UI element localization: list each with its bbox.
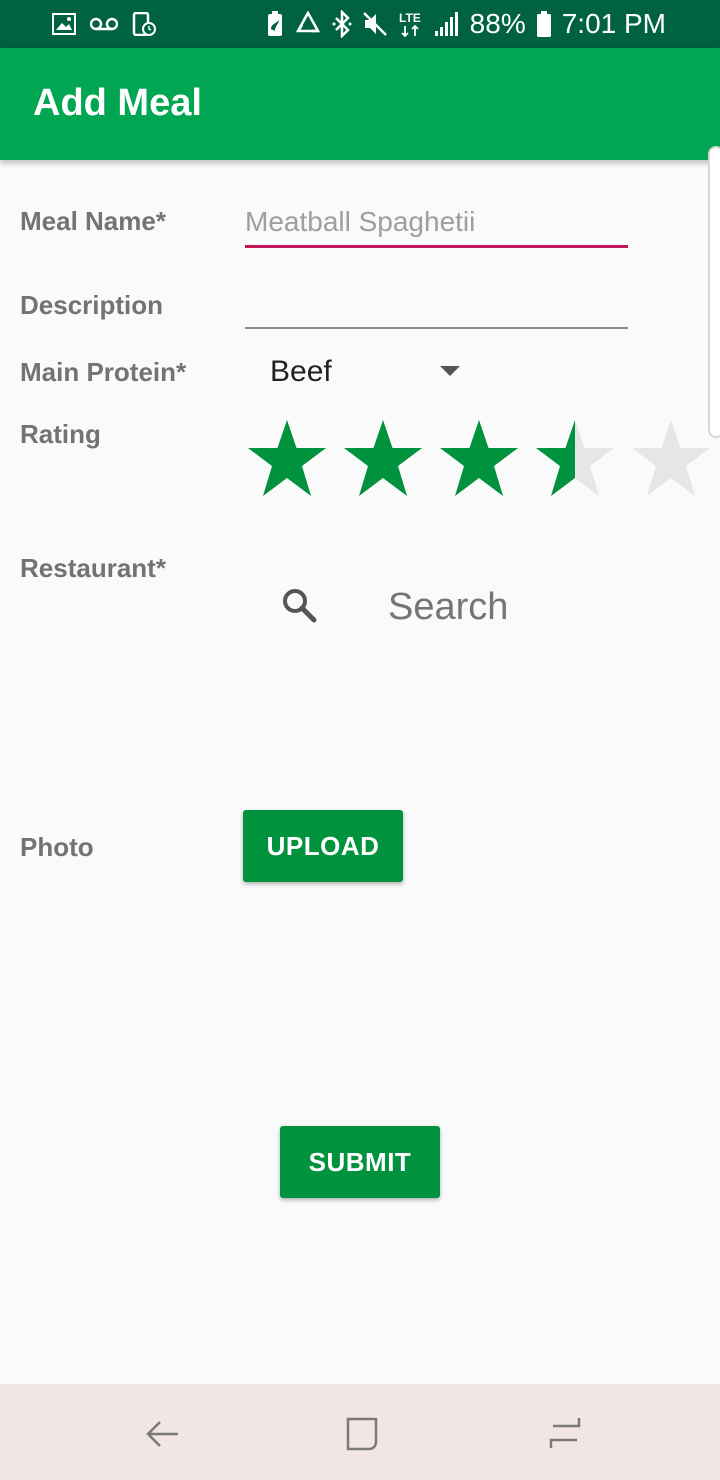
voicemail-icon (90, 17, 118, 31)
app-bar: Add Meal (0, 48, 720, 160)
navigation-bar (0, 1384, 720, 1480)
rating-bar[interactable] (246, 418, 712, 498)
recent-apps-icon[interactable] (545, 1414, 585, 1459)
rating-star[interactable] (630, 418, 712, 498)
meal-name-label: Meal Name* (20, 206, 166, 236)
description-label: Description (20, 290, 164, 320)
lte-text: LTE (399, 11, 421, 25)
system-status: LTE 88% 7:01 PM (266, 0, 666, 48)
upload-button[interactable]: UPLOAD (243, 810, 403, 882)
meal-name-input[interactable]: Meatball Spaghetii (245, 202, 628, 248)
rating-star[interactable] (534, 418, 616, 498)
signal-icon (434, 11, 460, 37)
clock: 7:01 PM (561, 8, 666, 39)
page-title: Add Meal (33, 82, 202, 124)
lte-icon: LTE (398, 10, 424, 38)
rating-star[interactable] (246, 418, 328, 498)
scroll-indicator[interactable] (708, 146, 720, 438)
restaurant-search[interactable] (270, 572, 650, 642)
dropdown-arrow-icon (440, 366, 460, 376)
main-protein-label: Main Protein* (20, 357, 187, 387)
meal-name-value: Meatball Spaghetii (245, 206, 476, 237)
search-icon (280, 586, 320, 631)
battery-percent: 88% (469, 8, 526, 39)
image-icon (52, 13, 76, 35)
bluetooth-icon (332, 10, 352, 38)
main-protein-dropdown[interactable]: Beef (270, 350, 470, 394)
rating-label: Rating (20, 419, 101, 449)
back-icon[interactable] (142, 1414, 182, 1459)
main-protein-selected: Beef (270, 355, 332, 388)
battery-saver-icon (266, 11, 284, 37)
status-bar: LTE 88% 7:01 PM (0, 0, 720, 48)
restaurant-search-input[interactable] (388, 584, 638, 630)
description-input[interactable] (245, 283, 628, 329)
screenshot-icon (132, 12, 156, 36)
photo-label: Photo (20, 832, 94, 862)
home-icon[interactable] (343, 1414, 383, 1459)
rating-star[interactable] (438, 418, 520, 498)
recycle-icon (294, 11, 322, 37)
rating-star[interactable] (342, 418, 424, 498)
battery-icon (536, 10, 552, 38)
restaurant-label: Restaurant* (20, 553, 166, 583)
submit-button[interactable]: SUBMIT (280, 1126, 440, 1198)
mute-icon (362, 11, 388, 37)
notification-icons (52, 0, 156, 48)
